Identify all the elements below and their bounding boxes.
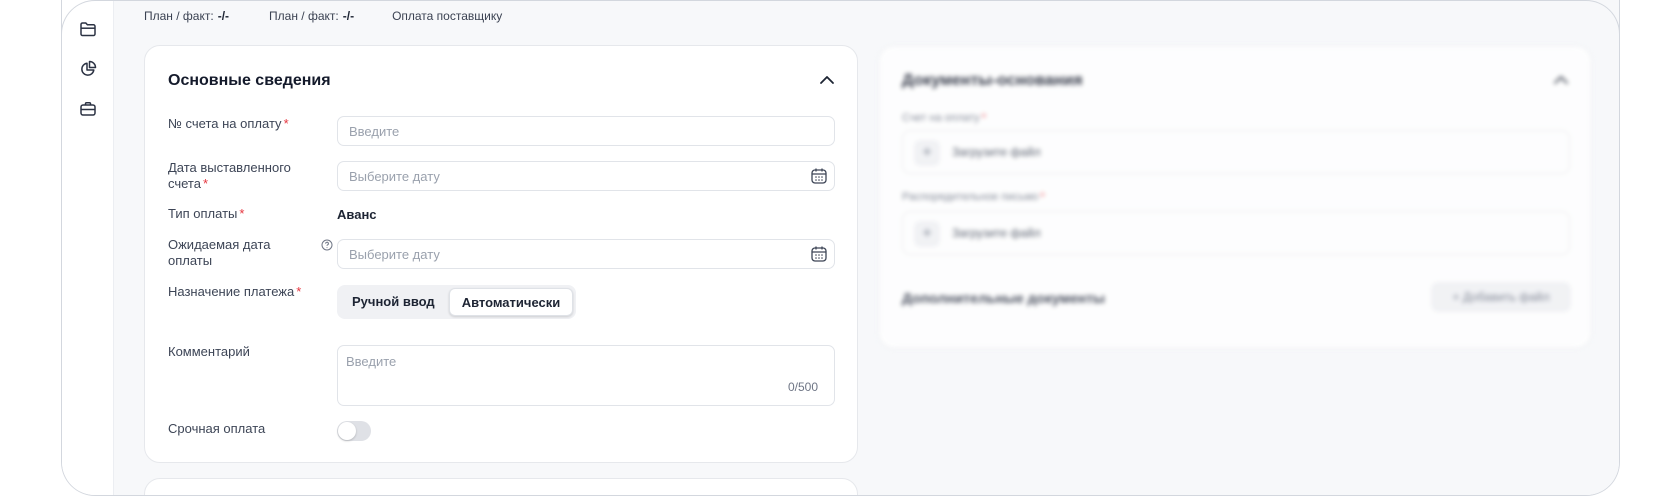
invoice-number-label: № счета на оплату * bbox=[168, 116, 289, 132]
invoice-upload[interactable]: + Загрузите файл bbox=[902, 130, 1570, 174]
next-card bbox=[144, 478, 858, 495]
toggle-knob bbox=[338, 422, 356, 440]
comment-textarea[interactable]: Введите 0/500 bbox=[337, 345, 835, 406]
card-title: Основные сведения bbox=[168, 72, 331, 89]
invoice-date-placeholder: Выберите дату bbox=[349, 169, 440, 184]
docs-card-title: Документы-основания bbox=[902, 72, 1083, 89]
plus-icon: + bbox=[1452, 290, 1463, 304]
invoice-date-label-line1: Дата выставленного bbox=[168, 160, 291, 175]
required-mark: * bbox=[1040, 191, 1045, 203]
required-mark: * bbox=[296, 284, 302, 299]
plus-icon: + bbox=[914, 140, 940, 166]
invoice-date-label: Дата выставленного счета * bbox=[168, 160, 291, 192]
required-mark: * bbox=[283, 116, 289, 131]
payment-type-label-text: Тип оплаты bbox=[168, 206, 238, 221]
invoice-doc-label-text: Счет на оплату bbox=[902, 112, 980, 124]
briefcase-icon[interactable] bbox=[78, 99, 98, 119]
letter-doc-label-text: Распорядительное письмо bbox=[902, 191, 1039, 203]
invoice-doc-label: Счет на оплату * bbox=[902, 112, 986, 124]
upload-label: Загрузите файл bbox=[952, 145, 1041, 159]
add-file-button[interactable]: + Добавить файл bbox=[1431, 282, 1571, 312]
invoice-number-label-text: № счета на оплату bbox=[168, 116, 282, 131]
sidebar bbox=[62, 0, 114, 495]
extra-docs-title: Дополнительные документы bbox=[902, 290, 1105, 306]
required-mark: * bbox=[981, 112, 986, 124]
invoice-number-placeholder: Введите bbox=[349, 124, 400, 139]
calendar-icon[interactable] bbox=[810, 167, 828, 185]
pie-chart-icon[interactable] bbox=[78, 59, 98, 79]
basis-documents-card: Документы-основания Счет на оплату * + За… bbox=[878, 45, 1592, 349]
expected-date-label-line1: Ожидаемая дата bbox=[168, 237, 271, 252]
calendar-icon[interactable] bbox=[810, 245, 828, 263]
add-file-label: Добавить файл bbox=[1462, 290, 1550, 304]
invoice-date-picker[interactable]: Выберите дату bbox=[337, 161, 835, 191]
letter-upload[interactable]: + Загрузите файл bbox=[902, 211, 1570, 255]
option-manual-input[interactable]: Ручной ввод bbox=[340, 288, 447, 316]
chevron-up-icon[interactable] bbox=[819, 74, 835, 86]
help-icon[interactable] bbox=[321, 239, 333, 251]
invoice-number-input[interactable]: Введите bbox=[337, 116, 835, 146]
payment-purpose-label: Назначение платежа * bbox=[168, 284, 301, 300]
comment-label: Комментарий bbox=[168, 344, 250, 359]
payment-purpose-label-text: Назначение платежа bbox=[168, 284, 295, 299]
plus-icon: + bbox=[914, 221, 940, 247]
basic-info-card: Основные сведения № счета на оплату * Вве… bbox=[144, 45, 858, 463]
upload-label: Загрузите файл bbox=[952, 226, 1041, 240]
expected-date-placeholder: Выберите дату bbox=[349, 247, 440, 262]
comment-placeholder: Введите bbox=[346, 354, 397, 369]
invoice-date-label-line2: счета bbox=[168, 176, 201, 191]
required-mark: * bbox=[239, 206, 245, 221]
payment-type-value: Аванс bbox=[337, 207, 377, 222]
urgent-payment-label: Срочная оплата bbox=[168, 421, 266, 436]
option-automatic[interactable]: Автоматически bbox=[448, 288, 574, 316]
payment-type-label: Тип оплаты * bbox=[168, 206, 244, 222]
letter-doc-label: Распорядительное письмо * bbox=[902, 191, 1045, 203]
expected-date-label: Ожидаемая дата оплаты bbox=[168, 237, 271, 269]
chevron-up-icon[interactable] bbox=[1553, 74, 1569, 86]
urgent-payment-toggle[interactable] bbox=[337, 421, 371, 441]
required-mark: * bbox=[202, 176, 209, 191]
main-content: План / факт: -/- План / факт: -/- Оплата п… bbox=[114, 0, 1619, 495]
app-frame-top bbox=[61, 0, 1620, 40]
app-frame: План / факт: -/- План / факт: -/- Оплата п… bbox=[61, 0, 1620, 496]
comment-char-counter: 0/500 bbox=[787, 380, 818, 394]
expected-date-picker[interactable]: Выберите дату bbox=[337, 239, 835, 269]
payment-purpose-switch: Ручной ввод Автоматически bbox=[337, 285, 577, 319]
expected-date-label-line2: оплаты bbox=[168, 253, 213, 268]
